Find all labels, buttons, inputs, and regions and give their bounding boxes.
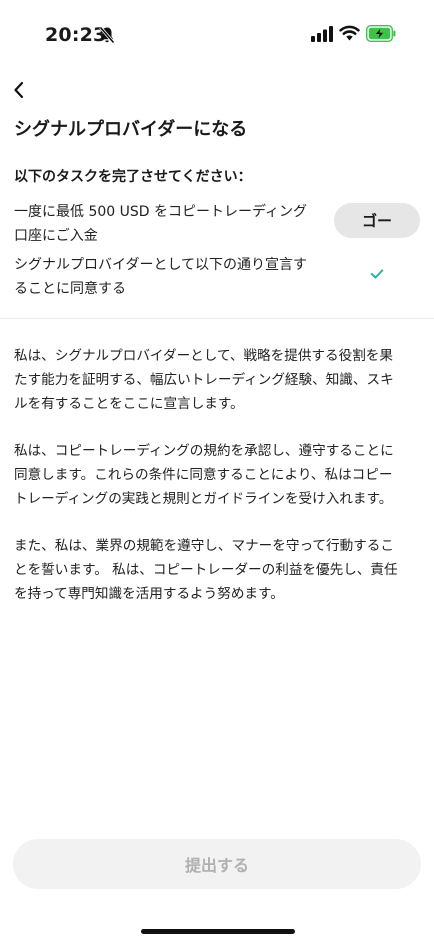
declaration-line: 私は、シグナルプロバイダーとして、戦略を提供する役割を果 <box>14 348 393 364</box>
declaration-text: 私は、シグナルプロバイダーとして、戦略を提供する役割を果 たす能力を証明する、幅… <box>14 344 422 629</box>
status-time: 20:23 <box>45 24 107 46</box>
declaration-paragraph: また、私は、業界の規範を遵守し、マナーを守って行動するこ とを誓います。 私は、… <box>14 534 422 606</box>
page-title: シグナルプロバイダーになる <box>14 119 248 140</box>
task-declaration: シグナルプロバイダーとして以下の通り宣言す ることに同意する <box>14 253 307 301</box>
home-indicator <box>141 929 295 934</box>
section-divider <box>0 318 434 319</box>
declaration-line: 私は、コピートレーディングの規約を承認し、遵守することに <box>14 443 394 459</box>
declaration-line: たす能力を証明する、幅広いトレーディング経験、知識、スキ <box>14 372 394 388</box>
battery-charging-icon <box>365 24 396 46</box>
task-deposit-line: 口座にご入金 <box>14 228 98 244</box>
task-deposit-line: 一度に最低 500 USD をコピートレーディング <box>14 204 308 220</box>
declaration-paragraph: 私は、コピートレーディングの規約を承認し、遵守することに 同意します。これらの条… <box>14 439 422 511</box>
status-bar: 20:23 <box>0 0 434 72</box>
signal-icon <box>311 26 333 46</box>
declaration-line: また、私は、業界の規範を遵守し、マナーを守って行動するこ <box>14 538 394 554</box>
declaration-line: とを誓います。 私は、コピートレーダーの利益を優先し、責任 <box>14 562 398 578</box>
go-button[interactable]: ゴー <box>334 203 420 238</box>
declaration-line: トレーディングの実践と規則とガイドラインを受け入れます。 <box>14 491 393 507</box>
wifi-icon <box>339 25 360 45</box>
declaration-line: を持って専門知識を活用するよう努めます。 <box>14 586 284 602</box>
task-deposit: 一度に最低 500 USD をコピートレーディング 口座にご入金 <box>14 200 307 248</box>
task-declaration-line: シグナルプロバイダーとして以下の通り宣言す <box>14 257 308 273</box>
submit-button[interactable]: 提出する <box>13 839 421 889</box>
task-declaration-line: ることに同意する <box>14 281 126 297</box>
back-button[interactable] <box>10 78 34 104</box>
checkmark-icon <box>370 265 384 284</box>
tasks-heading: 以下のタスクを完了させてください： <box>14 169 252 185</box>
bell-slash-icon <box>99 26 115 48</box>
declaration-line: 同意します。これらの条件に同意することにより、私はコピー <box>14 467 393 483</box>
chevron-left-icon <box>10 81 30 106</box>
declaration-line: ルを有することをここに宣言します。 <box>14 396 244 412</box>
declaration-paragraph: 私は、シグナルプロバイダーとして、戦略を提供する役割を果 たす能力を証明する、幅… <box>14 344 422 416</box>
